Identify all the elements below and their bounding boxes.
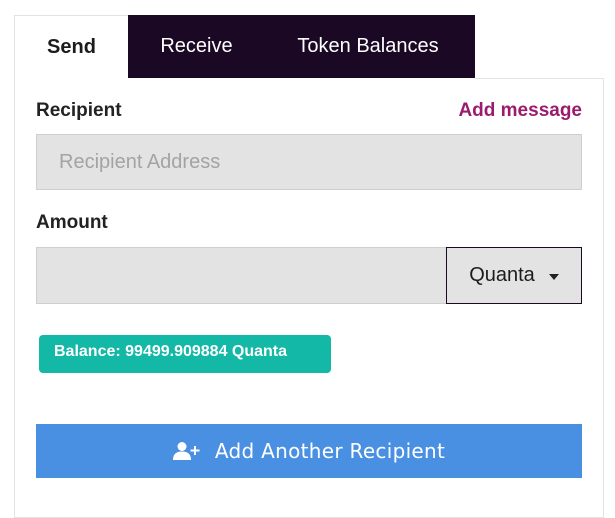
- tab-receive[interactable]: Receive: [128, 15, 265, 78]
- balance-badge: Balance: 99499.909884 Quanta: [39, 335, 331, 373]
- add-another-recipient-button[interactable]: Add Another Recipient: [36, 424, 582, 478]
- tab-token-balances[interactable]: Token Balances: [265, 15, 475, 78]
- recipient-address-input[interactable]: [36, 134, 582, 190]
- add-user-icon: [172, 441, 201, 461]
- add-another-recipient-label: Add Another Recipient: [214, 439, 446, 463]
- currency-select[interactable]: Quanta: [446, 247, 582, 304]
- chevron-down-icon: [548, 273, 559, 280]
- panel-divider: [475, 78, 604, 79]
- recipient-label: Recipient: [36, 100, 122, 121]
- tab-bar: Send Receive Token Balances: [14, 15, 475, 78]
- amount-label: Amount: [36, 212, 108, 233]
- currency-select-value: Quanta: [469, 264, 535, 286]
- tab-send[interactable]: Send: [14, 15, 128, 78]
- amount-input[interactable]: [36, 247, 447, 304]
- add-message-link[interactable]: Add message: [458, 100, 582, 122]
